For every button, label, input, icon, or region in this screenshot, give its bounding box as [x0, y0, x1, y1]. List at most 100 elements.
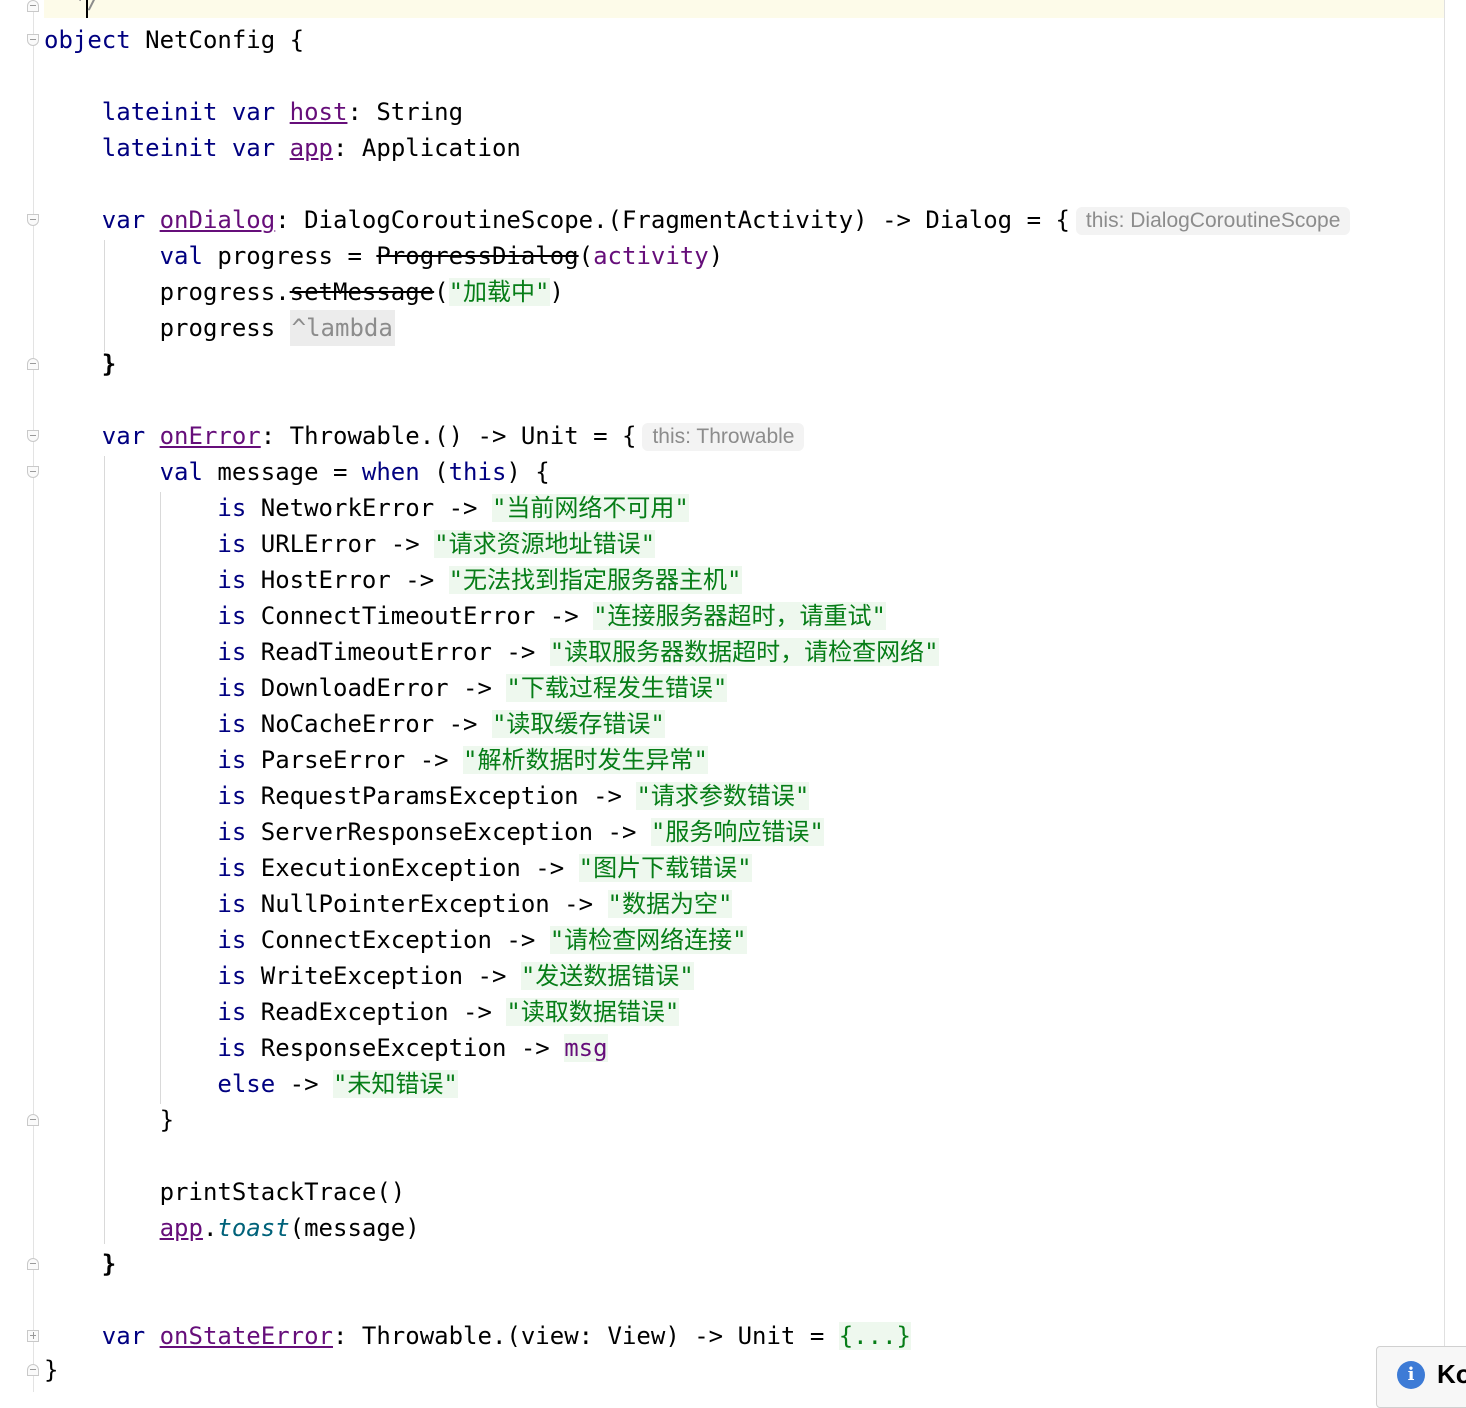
when-branch: is ConnectException -> "请检查网络连接"	[44, 922, 747, 958]
code-text: ->	[491, 638, 550, 666]
keyword: is	[217, 638, 247, 666]
code-editor[interactable]: */ object NetConfig { lateinit var host:…	[0, 0, 1466, 1408]
fold-object-end-icon[interactable]	[27, 1364, 39, 1376]
keyword: var	[231, 98, 276, 126]
function-toast[interactable]: toast	[217, 1214, 289, 1242]
branch-message: "请求参数错误"	[636, 782, 810, 810]
code-text: ->	[376, 530, 435, 558]
exception-type[interactable]: NetworkError	[261, 494, 434, 522]
branch-message: "无法找到指定服务器主机"	[448, 566, 742, 594]
exception-type[interactable]: ParseError	[261, 746, 406, 774]
expand-onstateerror-icon[interactable]	[27, 1330, 39, 1342]
fold-ondialog-icon[interactable]	[27, 214, 39, 226]
exception-type[interactable]: WriteException	[261, 962, 463, 990]
code-text: ->	[520, 854, 579, 882]
code-line: lateinit var host: String	[44, 94, 463, 130]
code-line: var onError: Throwable.() -> Unit = {thi…	[44, 418, 805, 454]
keyword: is	[217, 710, 247, 738]
keyword: var	[101, 422, 146, 450]
keyword: is	[217, 854, 247, 882]
keyword: var	[101, 206, 146, 234]
exception-type[interactable]: NullPointerException	[261, 890, 550, 918]
branch-message: msg	[564, 1034, 608, 1062]
deprecated-call[interactable]: ProgressDialog	[376, 242, 578, 270]
editor-gutter[interactable]	[0, 0, 44, 1392]
exception-type[interactable]: ServerResponseException	[261, 818, 593, 846]
type-annotation: : DialogCoroutineScope.(FragmentActivity…	[275, 206, 1070, 234]
fold-onerror-end-icon[interactable]	[27, 1258, 39, 1270]
branch-message: "发送数据错误"	[520, 962, 694, 990]
branch-message: "读取服务器数据超时，请检查网络"	[549, 638, 939, 666]
when-branch: is NetworkError -> "当前网络不可用"	[44, 490, 689, 526]
branch-message: "服务响应错误"	[650, 818, 824, 846]
branch-message: "解析数据时发生异常"	[463, 746, 708, 774]
type-annotation: : Throwable.() -> Unit = {	[260, 422, 637, 450]
exception-type[interactable]: ReadException	[261, 998, 449, 1026]
fold-onerror-icon[interactable]	[27, 430, 39, 442]
when-branch: is ReadException -> "读取数据错误"	[44, 994, 680, 1030]
exception-type[interactable]: ExecutionException	[261, 854, 521, 882]
exception-type[interactable]: NoCacheError	[261, 710, 434, 738]
folded-region[interactable]: {...}	[838, 1322, 911, 1350]
property-onstateerror[interactable]: onStateError	[160, 1322, 333, 1350]
exception-type[interactable]: ResponseException	[261, 1034, 507, 1062]
keyword: is	[217, 602, 247, 630]
property-host[interactable]: host	[290, 98, 348, 126]
deprecated-call[interactable]: setMessage	[290, 278, 435, 306]
branch-message: "读取缓存错误"	[491, 710, 665, 738]
code-text: ->	[549, 890, 608, 918]
keyword: lateinit	[101, 98, 218, 126]
code-line: }	[44, 1246, 116, 1282]
property-onerror[interactable]: onError	[160, 422, 261, 450]
property-app[interactable]: app	[290, 134, 333, 162]
unfold-ondialog-end-icon[interactable]	[27, 358, 39, 370]
exception-type[interactable]: ReadTimeoutError	[261, 638, 492, 666]
keyword: else	[217, 1070, 276, 1098]
when-branch: is ConnectTimeoutError -> "连接服务器超时，请重试"	[44, 598, 886, 634]
when-branch: is DownloadError -> "下载过程发生错误"	[44, 670, 728, 706]
code-line: progress ^lambda	[44, 310, 395, 346]
keyword: is	[217, 782, 247, 810]
code-line: var onDialog: DialogCoroutineScope.(Frag…	[44, 202, 1351, 238]
exception-type[interactable]: DownloadError	[261, 674, 449, 702]
keyword: lateinit	[101, 134, 218, 162]
info-icon: i	[1397, 1361, 1425, 1389]
code-line: val progress = ProgressDialog(activity)	[44, 238, 724, 274]
notification-balloon[interactable]: i Ko	[1376, 1346, 1466, 1408]
when-branch: is ResponseException -> msg	[44, 1030, 608, 1066]
code-text: (	[419, 458, 449, 486]
code-text: (	[578, 242, 594, 270]
notification-text: Ko	[1437, 1359, 1466, 1389]
keyword: when	[361, 458, 420, 486]
property-app[interactable]: app	[160, 1214, 203, 1242]
when-branch: is NullPointerException -> "数据为空"	[44, 886, 733, 922]
keyword: is	[217, 746, 247, 774]
keyword: val	[159, 458, 203, 486]
code-line: progress.setMessage("加载中")	[44, 274, 564, 310]
code-text: }	[101, 1250, 117, 1278]
branch-message: "下载过程发生错误"	[506, 674, 728, 702]
when-branch: is ExecutionException -> "图片下载错误"	[44, 850, 752, 886]
exception-type[interactable]: HostError	[261, 566, 391, 594]
keyword: is	[217, 1034, 247, 1062]
code-text: (message)	[289, 1214, 420, 1242]
fold-object-icon[interactable]	[27, 34, 39, 46]
right-margin-guide	[1444, 0, 1445, 1392]
code-line: }	[44, 1352, 58, 1388]
fold-when-end-icon[interactable]	[27, 1114, 39, 1126]
keyword: is	[217, 998, 247, 1026]
exception-type[interactable]: ConnectException	[261, 926, 492, 954]
keyword: is	[217, 674, 247, 702]
fold-when-icon[interactable]	[27, 466, 39, 478]
property-ondialog[interactable]: onDialog	[160, 206, 276, 234]
code-text: ->	[578, 782, 637, 810]
exception-type[interactable]: ConnectTimeoutError	[261, 602, 536, 630]
code-line: var onStateError: Throwable.(view: View)…	[44, 1318, 911, 1354]
fold-comment-icon[interactable]	[27, 0, 39, 12]
code-text: progress =	[202, 242, 377, 270]
comment-end: */	[72, 0, 102, 14]
exception-type[interactable]: URLError	[261, 530, 377, 558]
property-activity[interactable]: activity	[593, 242, 709, 270]
code-text: printStackTrace()	[159, 1178, 406, 1206]
exception-type[interactable]: RequestParamsException	[261, 782, 579, 810]
